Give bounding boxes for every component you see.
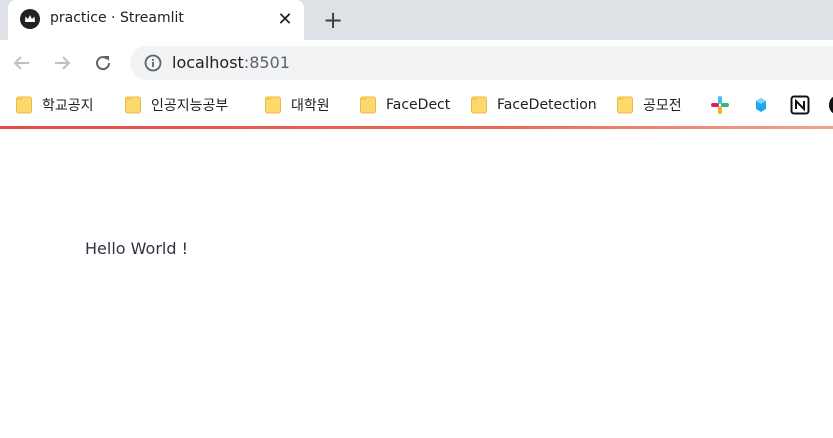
folder-icon — [125, 96, 141, 114]
bookmark-label: 학교공지 — [42, 98, 94, 114]
bookmark-folder[interactable]: 대학원 — [265, 93, 330, 117]
back-arrow-icon[interactable] — [9, 50, 35, 76]
bookmark-folder[interactable]: FaceDect — [360, 93, 450, 117]
new-tab-button[interactable]: + — [320, 7, 346, 33]
streamlit-crown-icon — [20, 9, 40, 29]
bookmark-folder[interactable]: 인공지능공부 — [125, 93, 228, 117]
close-tab-icon[interactable]: ✕ — [274, 8, 296, 30]
bookmark-label: FaceDetection — [497, 97, 597, 113]
browser-tab[interactable]: practice · Streamlit ✕ — [8, 0, 304, 40]
folder-icon — [471, 96, 487, 114]
url-text[interactable]: localhost:8501 — [172, 53, 290, 72]
hello-text: Hello World ! — [85, 239, 188, 258]
reload-icon[interactable] — [90, 50, 116, 76]
tab-strip: practice · Streamlit ✕ + — [0, 0, 833, 40]
url-host: localhost — [172, 53, 244, 72]
hexagon-app-icon[interactable] — [751, 95, 771, 115]
bookmark-label: FaceDect — [386, 97, 451, 113]
folder-icon — [617, 96, 633, 114]
forward-arrow-icon[interactable] — [49, 50, 75, 76]
bookmarks-bar: 학교공지 인공지능공부 대학원 FaceDect FaceDetection 공… — [0, 86, 833, 126]
notion-icon[interactable] — [790, 95, 810, 115]
browser-toolbar: localhost:8501 — [0, 40, 833, 86]
bookmark-folder[interactable]: 학교공지 — [16, 93, 94, 117]
address-bar[interactable]: localhost:8501 — [130, 46, 833, 80]
profile-icon[interactable] — [829, 96, 833, 114]
bookmark-label: 대학원 — [291, 98, 330, 114]
tab-title: practice · Streamlit — [50, 10, 184, 26]
bookmark-folder[interactable]: 공모전 — [617, 93, 682, 117]
folder-icon — [360, 96, 376, 114]
app-content: Hello World ! — [0, 129, 833, 438]
bookmark-label: 공모전 — [643, 98, 682, 114]
bookmark-folder[interactable]: FaceDetection — [471, 93, 597, 117]
folder-icon — [265, 96, 281, 114]
bookmark-label: 인공지능공부 — [151, 98, 229, 114]
slack-icon[interactable] — [710, 95, 730, 115]
info-icon[interactable] — [144, 54, 162, 72]
url-port: :8501 — [243, 53, 290, 72]
folder-icon — [16, 96, 32, 114]
